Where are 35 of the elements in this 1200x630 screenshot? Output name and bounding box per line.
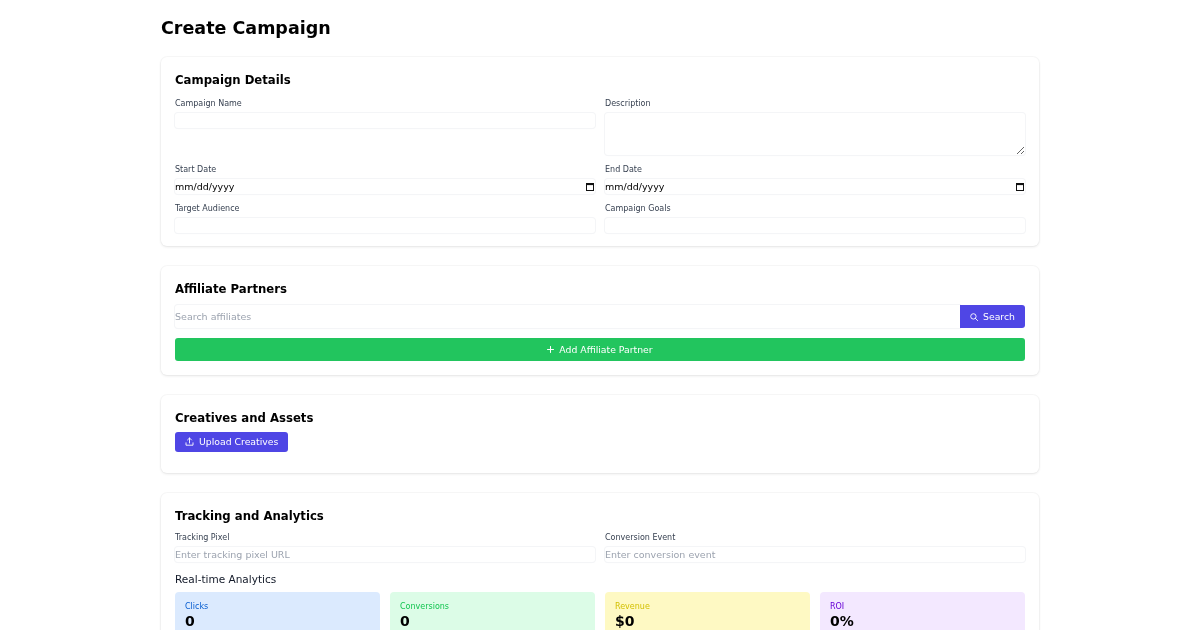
textarea-field[interactable]	[605, 113, 1025, 155]
section-title: Campaign Details	[175, 72, 291, 88]
section-title: Affiliate Partners	[175, 281, 288, 297]
stat-value: $0	[615, 611, 635, 630]
stat-label: ROI	[830, 601, 845, 612]
date-field[interactable]: mm/dd/yyyy	[605, 179, 1025, 194]
plus-icon	[547, 346, 555, 353]
stat-value: 0%	[830, 611, 854, 630]
section-title: Tracking and Analytics	[175, 507, 324, 524]
stat-label: Conversions	[400, 601, 450, 612]
search-field[interactable]: Search affiliates	[175, 305, 961, 328]
calendar-icon	[1016, 182, 1024, 191]
section-title: Creatives and Assets	[175, 410, 314, 426]
date-field[interactable]: mm/dd/yyyy	[175, 179, 595, 194]
upload-button[interactable]: Upload Creatives	[175, 431, 289, 452]
field-label: Target Audience	[175, 204, 240, 214]
search-button[interactable]: Search	[960, 305, 1025, 328]
field-label: End Date	[605, 165, 642, 175]
input-field[interactable]: Enter tracking pixel URL	[175, 546, 595, 562]
upload-icon	[185, 437, 194, 446]
field-label: Start Date	[175, 165, 217, 175]
search-icon	[970, 312, 979, 321]
field-label: Campaign Name	[175, 99, 242, 109]
field-label: Description	[605, 99, 651, 109]
field-label: Campaign Goals	[605, 204, 671, 214]
stat-value: 0	[185, 611, 195, 630]
calendar-icon	[586, 182, 594, 191]
stat-value: 0	[400, 611, 410, 630]
field-label: Tracking Pixel	[175, 532, 230, 543]
field-label: Conversion Event	[605, 532, 676, 543]
page-title: Create Campaign	[161, 17, 331, 39]
input-field[interactable]: Enter conversion event	[605, 546, 1025, 562]
analytics-title: Real-time Analytics	[175, 571, 277, 586]
stat-label: Clicks	[185, 601, 209, 612]
stat-label: Revenue	[615, 601, 650, 612]
